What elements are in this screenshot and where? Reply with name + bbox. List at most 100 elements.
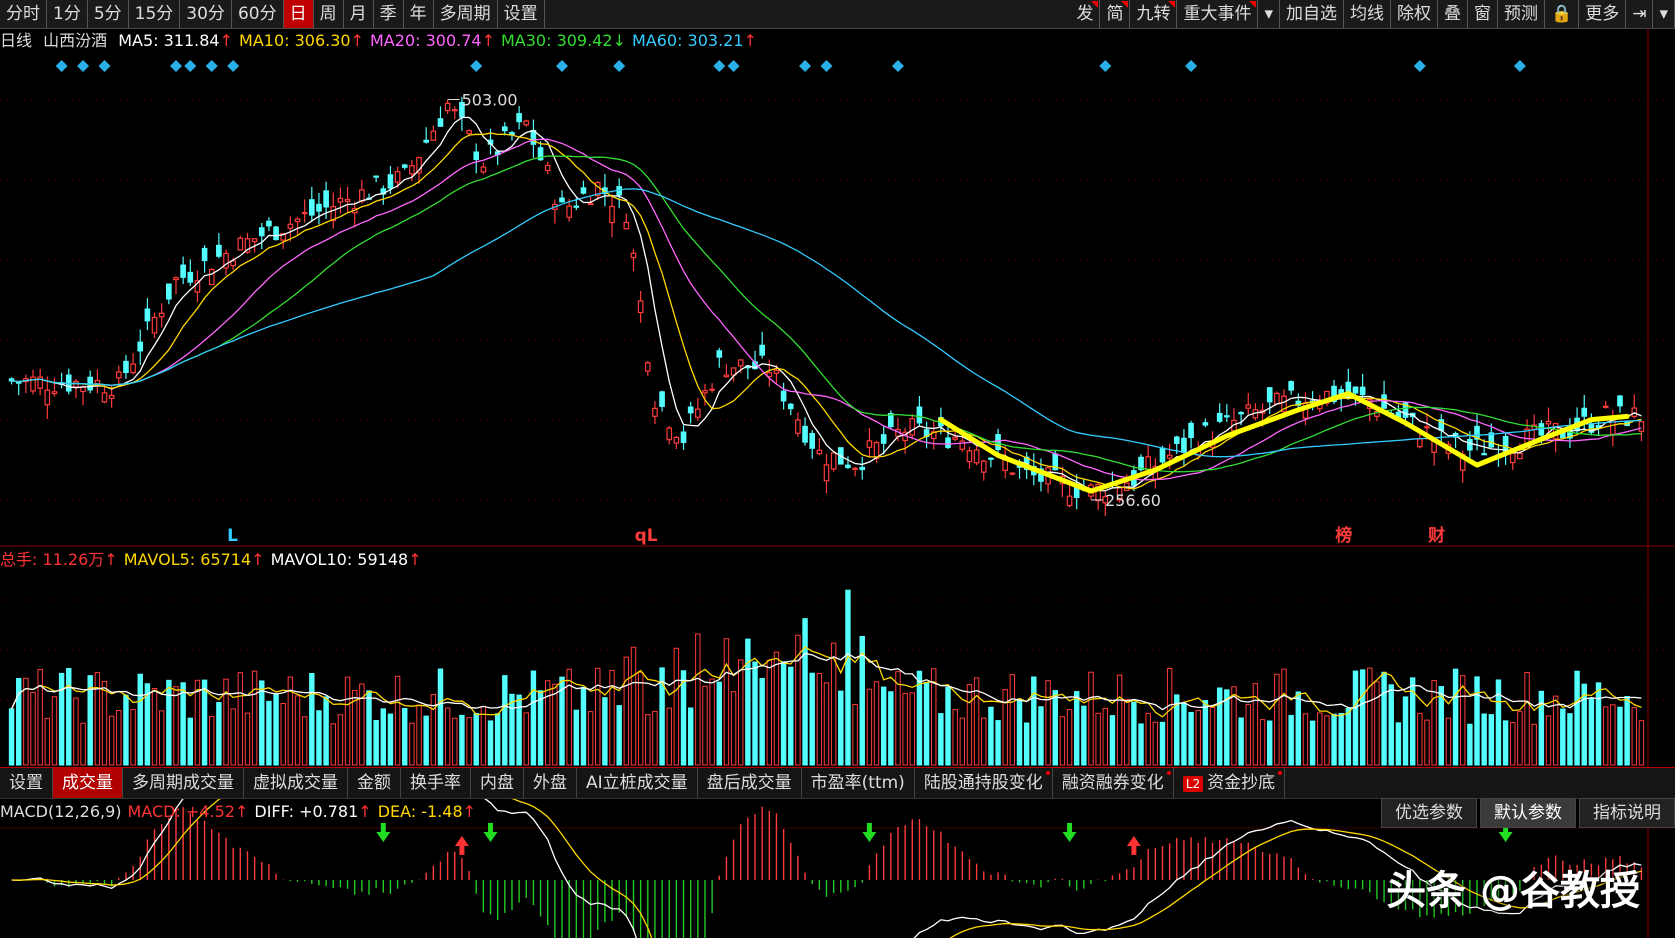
volume-bar	[452, 717, 458, 766]
candle	[809, 430, 816, 459]
chart-marker-0[interactable]: L	[227, 526, 238, 546]
indicator-tab-12[interactable]: 融资融券变化	[1053, 768, 1174, 798]
volume-bar	[1631, 707, 1637, 766]
candle-body	[51, 391, 58, 395]
macd-item-2: DIFF: +0.781↑	[254, 802, 371, 821]
volume-bar	[1602, 706, 1609, 766]
indicator-tab-label-5: 换手率	[410, 773, 461, 793]
volume-bar	[480, 705, 487, 766]
volume-bar	[959, 717, 966, 766]
candle-body	[1066, 495, 1073, 507]
event-diamond[interactable]	[227, 60, 240, 72]
event-diamond[interactable]	[98, 60, 111, 72]
candle-body	[237, 237, 244, 251]
chart-marker-1[interactable]: qL	[635, 526, 658, 546]
candle-body	[187, 271, 194, 283]
indicator-tab-8[interactable]: AI立桩成交量	[577, 768, 698, 798]
candle-body	[795, 419, 801, 434]
cross-arrow-stem	[488, 823, 494, 832]
volume-bar	[738, 659, 744, 766]
candle-body	[673, 436, 680, 444]
volume-bar	[880, 686, 887, 766]
volume-bar	[766, 659, 773, 766]
event-diamond[interactable]	[1413, 60, 1426, 72]
volume-bar	[1002, 689, 1008, 766]
event-diamond[interactable]	[184, 60, 197, 72]
indicator-tab-9[interactable]: 盘后成交量	[698, 768, 802, 798]
candle	[1274, 391, 1280, 405]
event-diamond[interactable]	[891, 60, 904, 72]
indicator-tab-6[interactable]: 内盘	[471, 768, 524, 798]
candle-body	[559, 197, 565, 203]
indicator-tab-7[interactable]: 外盘	[524, 768, 577, 798]
volume-bar	[723, 638, 730, 766]
candle	[301, 199, 308, 223]
event-diamond[interactable]	[1099, 60, 1112, 72]
macd-param-button-2[interactable]: 指标说明	[1579, 798, 1675, 828]
candle	[502, 122, 508, 136]
indicator-tab-11[interactable]: 陆股通持股变化	[915, 768, 1053, 798]
indicator-tab-4[interactable]: 金额	[348, 768, 401, 798]
volume-bar	[1245, 704, 1251, 766]
volume-bar	[1374, 681, 1380, 766]
candle-body	[359, 189, 365, 202]
macd-param-button-1[interactable]: 默认参数	[1480, 798, 1576, 828]
indicator-tab-10[interactable]: 市盈率(ttm)	[802, 768, 915, 798]
volume-bar	[752, 661, 758, 766]
event-diamond[interactable]	[77, 60, 90, 72]
candle-body	[966, 450, 973, 463]
volume-bar	[1302, 713, 1309, 766]
indicator-tab-5[interactable]: 换手率	[401, 768, 471, 798]
event-diamond[interactable]	[556, 60, 569, 72]
volume-bar	[1367, 667, 1373, 766]
indicator-tab-13[interactable]: L2 资金抄底	[1174, 768, 1286, 798]
volume-bar	[1510, 722, 1516, 766]
candle-body	[830, 452, 837, 470]
volume-bar	[1016, 699, 1023, 766]
volume-bar	[1159, 721, 1166, 766]
candle	[594, 181, 601, 200]
indicator-tab-2[interactable]: 多周期成交量	[123, 768, 244, 798]
volume-bar	[1524, 671, 1530, 766]
macd-param-button-0[interactable]: 优选参数	[1381, 798, 1477, 828]
event-diamond[interactable]	[1185, 60, 1198, 72]
event-diamond[interactable]	[470, 60, 483, 72]
indicator-tab-0[interactable]: 设置	[0, 768, 53, 798]
chart-marker-2[interactable]: 榜	[1335, 525, 1352, 546]
candle	[237, 235, 244, 251]
event-diamond[interactable]	[799, 60, 812, 72]
candle-body	[387, 174, 394, 189]
volume-bar	[745, 638, 751, 766]
candle	[130, 353, 136, 375]
candle	[673, 435, 680, 450]
event-diamond[interactable]	[713, 60, 726, 72]
event-diamond[interactable]	[205, 60, 218, 72]
volume-legend: 总手: 11.26万↑ MAVOL5: 65714↑ MAVOL10: 59148↑	[0, 549, 428, 571]
volume-bar	[366, 690, 372, 766]
candle-body	[809, 433, 816, 449]
event-diamond[interactable]	[1513, 60, 1526, 72]
candle-body	[115, 371, 122, 379]
volume-bar	[1567, 713, 1573, 766]
indicator-tab-3[interactable]: 虚拟成交量	[244, 768, 348, 798]
indicator-tab-label-6: 内盘	[480, 773, 514, 793]
event-diamond[interactable]	[727, 60, 740, 72]
event-diamond[interactable]	[55, 60, 68, 72]
candle	[37, 368, 43, 396]
candle-body	[516, 113, 522, 123]
event-diamond[interactable]	[613, 60, 626, 72]
candle-body	[473, 151, 480, 160]
chart-marker-3[interactable]: 财	[1427, 525, 1445, 546]
candle	[266, 217, 272, 232]
indicator-tab-1[interactable]: 成交量	[53, 768, 123, 798]
candle	[695, 397, 701, 421]
volume-bar	[988, 706, 994, 766]
vol-text-2: MAVOL10: 59148	[270, 550, 409, 569]
candle-body	[980, 460, 987, 473]
volume-bar	[1045, 680, 1051, 766]
event-diamond[interactable]	[169, 60, 182, 72]
event-diamond[interactable]	[820, 60, 833, 72]
candle	[852, 466, 858, 477]
candle	[523, 119, 530, 127]
volume-bar	[1560, 708, 1566, 766]
